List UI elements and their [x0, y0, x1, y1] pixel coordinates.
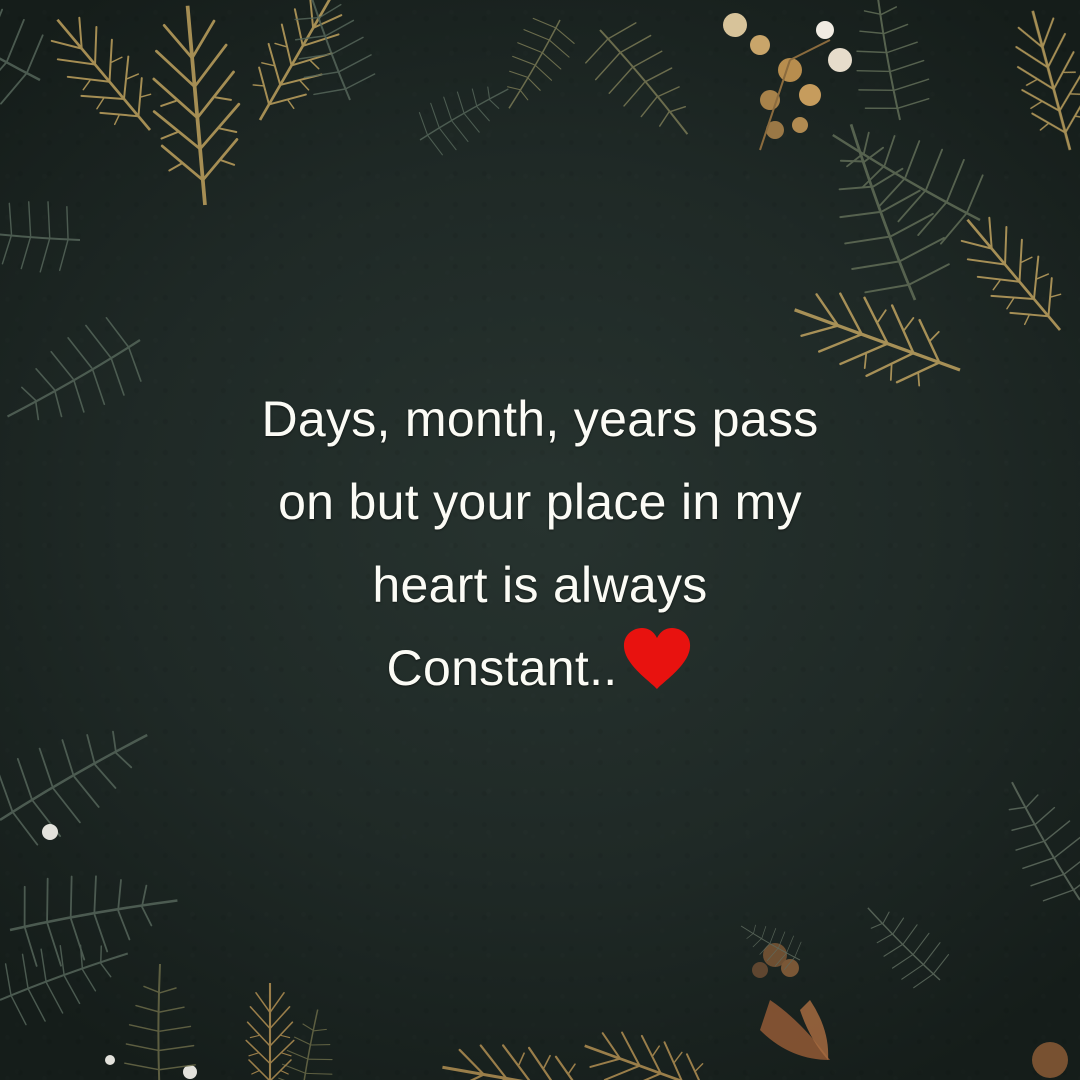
quote-line-1: Days, month, years pass [261, 391, 819, 447]
quote-text: Days, month, years pass on but your plac… [140, 378, 940, 710]
image-canvas: Days, month, years pass on but your plac… [0, 0, 1080, 1080]
dried-flower-cluster [723, 13, 852, 151]
white-berry [42, 824, 58, 840]
quote-line-2: on but your place in my [278, 474, 802, 530]
quote-line-4-text: Constant.. [386, 640, 618, 696]
heart-icon [624, 628, 691, 689]
quote-line-3: heart is always [372, 557, 708, 613]
brown-leaf-cluster [752, 943, 1068, 1078]
quote-line-4: Constant.. [140, 627, 940, 710]
